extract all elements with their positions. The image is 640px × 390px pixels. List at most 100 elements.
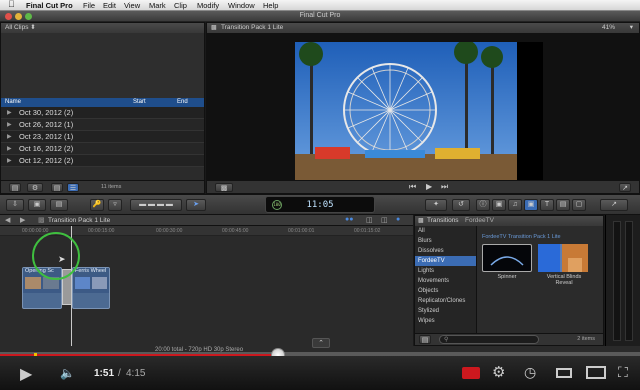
transitions-grid: FordeeTV Transition Pack 1 Lite Spinner … [478, 226, 603, 333]
settings-gear-icon[interactable]: ⚙ [492, 363, 505, 381]
sidebar-toggle-icon[interactable]: ▤ [419, 335, 431, 344]
edit-buttons-group[interactable]: ▬ ▬ ▬ ▬ [130, 199, 182, 211]
filmstrip-view-icon[interactable]: ▤ [51, 183, 63, 192]
music-browser-icon[interactable]: ♫ [508, 199, 522, 211]
viewer-header: ▩ Transition Pack 1 Lite 41% ▾ [207, 23, 639, 33]
inspector-icon[interactable]: ⓘ [476, 199, 490, 211]
clip-label: Ferris Wheel [73, 268, 109, 275]
enhancements-icon[interactable]: ✦ [425, 199, 447, 211]
column-name[interactable]: Name [5, 98, 21, 107]
viewer-options-icon[interactable]: ▾ [630, 23, 633, 33]
menu-mark[interactable]: Mark [149, 1, 166, 10]
forward-arrow-icon[interactable]: ▶ [20, 216, 25, 224]
play-icon[interactable]: ▶ [426, 182, 432, 191]
menu-modify[interactable]: Modify [197, 1, 219, 10]
viewer-zoom[interactable]: 41% [602, 23, 615, 33]
menu-file[interactable]: File [83, 1, 95, 10]
disclosure-triangle-icon[interactable]: ▶ [7, 143, 12, 155]
transition-item[interactable]: Vertical Blinds Reveal [538, 244, 590, 286]
filmstrip-toggle-icon[interactable]: ▤ [9, 183, 21, 192]
vertical-blinds-preview [538, 244, 588, 272]
mouse-cursor-icon: ➤ [58, 254, 66, 264]
play-icon[interactable]: ▶ [20, 364, 32, 384]
filter-icon[interactable]: ▿ [108, 199, 122, 211]
fullscreen-icon[interactable]: ⛶ [618, 364, 628, 381]
menu-bar:  Final Cut Pro File Edit View Mark Clip… [0, 0, 640, 11]
volume-icon[interactable]: 🔈 [60, 366, 75, 380]
import-camera-icon[interactable]: ▣ [28, 199, 46, 211]
disclosure-triangle-icon[interactable]: ▶ [7, 107, 12, 119]
category-item[interactable]: Objects [415, 286, 476, 296]
solo-icon[interactable]: ◫ [366, 216, 373, 224]
keyword-editor-icon[interactable]: 🔑 [90, 199, 104, 211]
previous-edit-icon[interactable]: ⏮ [409, 182, 416, 192]
category-item[interactable]: Replicator/Clones [415, 296, 476, 306]
themes-browser-icon[interactable]: ▢ [572, 199, 586, 211]
event-library-toggle-icon[interactable]: ▤ [50, 199, 68, 211]
search-field[interactable]: ⚲ [439, 335, 539, 344]
list-view-icon[interactable]: ☰ [67, 183, 79, 192]
small-player-icon[interactable] [556, 368, 572, 378]
app-menu[interactable]: Final Cut Pro [26, 1, 73, 10]
menu-window[interactable]: Window [228, 1, 255, 10]
category-item[interactable]: Wipes [415, 316, 476, 326]
import-media-icon[interactable]: ⇩ [6, 199, 24, 211]
snapping-icon[interactable]: ◫ [381, 216, 388, 224]
category-item[interactable]: Dissolves [415, 246, 476, 256]
menu-help[interactable]: Help [263, 1, 278, 10]
fullscreen-icon[interactable]: ↗ [619, 183, 631, 192]
browser-header: ▩ Transitions FordeeTV [415, 216, 603, 226]
event-row[interactable]: ▶ Oct 30, 2012 (2) [1, 107, 204, 119]
next-edit-icon[interactable]: ⏭ [441, 182, 448, 192]
captions-icon[interactable] [462, 367, 480, 379]
timeline[interactable]: Opening Sc Ferris Wheel ➤ [0, 226, 413, 346]
category-item[interactable]: Lights [415, 266, 476, 276]
window-titlebar: Final Cut Pro [0, 11, 640, 22]
event-row[interactable]: ▶ Oct 23, 2012 (1) [1, 131, 204, 143]
share-icon[interactable]: ↗ [600, 199, 628, 211]
disclosure-triangle-icon[interactable]: ▶ [7, 119, 12, 131]
titles-browser-icon[interactable]: T [540, 199, 554, 211]
category-item[interactable]: Blurs [415, 236, 476, 246]
gear-icon[interactable]: ⚙ [27, 183, 43, 192]
photo-browser-icon[interactable]: ▣ [492, 199, 506, 211]
transitions-browser: ▩ Transitions FordeeTV All Blurs Dissolv… [414, 215, 604, 346]
disclosure-triangle-icon[interactable]: ▶ [7, 155, 12, 167]
window-title: Final Cut Pro [299, 12, 341, 19]
category-item-selected[interactable]: FordeeTV [415, 256, 476, 266]
meter-right [625, 221, 633, 341]
audio-skimming-icon[interactable]: ●● [345, 216, 353, 223]
column-start[interactable]: Start [133, 98, 146, 107]
menu-clip[interactable]: Clip [174, 1, 187, 10]
category-item[interactable]: Movements [415, 276, 476, 286]
library-header[interactable]: All Clips ⬍ [1, 23, 204, 33]
timeline-header: ◀ ▶ ▩ Transition Pack 1 Lite ●● ◫ ◫ ● [0, 215, 413, 226]
menu-view[interactable]: View [124, 1, 140, 10]
library-filmstrip-area [1, 33, 204, 98]
viewer-icon: ▩ [211, 25, 217, 31]
apple-menu-icon[interactable]:  [8, 0, 15, 9]
skimming-icon[interactable]: ● [396, 216, 400, 223]
current-time: 1:51 [94, 368, 115, 379]
dashboard-timecode[interactable]: 100 11:05 [265, 196, 375, 213]
timeline-clip[interactable]: Ferris Wheel [72, 267, 110, 309]
column-end[interactable]: End [177, 98, 188, 107]
category-item[interactable]: Stylized [415, 306, 476, 316]
collapse-chevron-icon[interactable]: ⌃ [312, 338, 330, 348]
category-item[interactable]: All [415, 226, 476, 236]
select-tool-icon[interactable]: ➤ [186, 199, 206, 211]
event-row[interactable]: ▶ Oct 26, 2012 (1) [1, 119, 204, 131]
disclosure-triangle-icon[interactable]: ▶ [7, 131, 12, 143]
retime-icon[interactable]: ↺ [452, 199, 470, 211]
generators-browser-icon[interactable]: ▤ [556, 199, 570, 211]
watch-later-icon[interactable]: ◷ [524, 364, 536, 381]
spinner-preview [490, 256, 524, 266]
event-row[interactable]: ▶ Oct 16, 2012 (2) [1, 143, 204, 155]
event-row[interactable]: ▶ Oct 12, 2012 (2) [1, 155, 204, 167]
viewer-display-options-icon[interactable]: ▩ [215, 183, 233, 192]
large-player-icon[interactable] [586, 366, 606, 379]
transition-item[interactable]: Spinner [482, 244, 532, 280]
back-arrow-icon[interactable]: ◀ [5, 216, 10, 224]
transitions-browser-icon[interactable]: ▣ [524, 199, 538, 211]
menu-edit[interactable]: Edit [103, 1, 116, 10]
